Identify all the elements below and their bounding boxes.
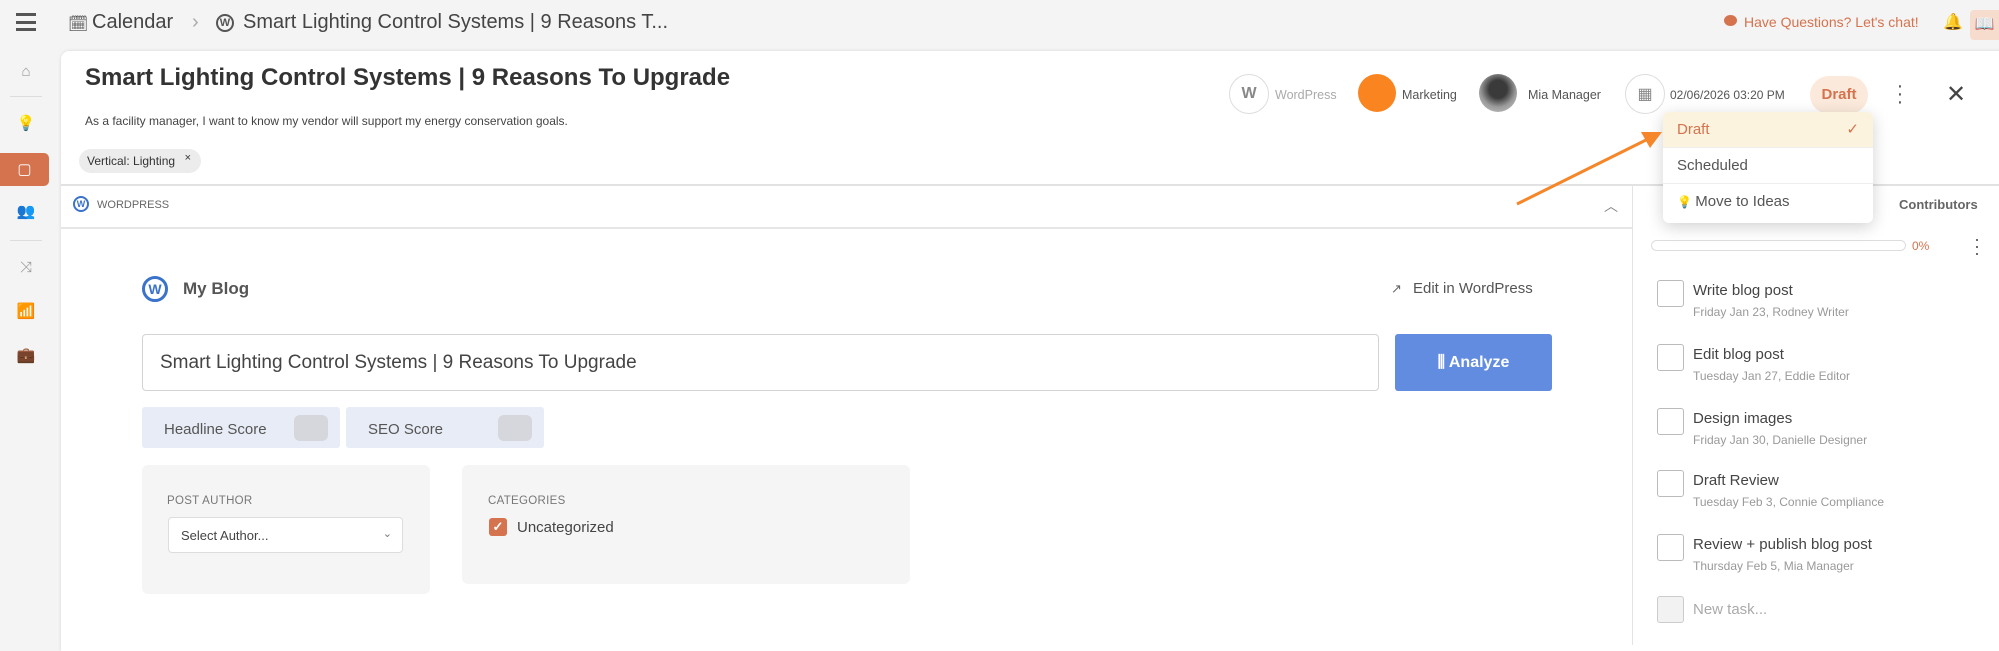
annotation-arrow bbox=[1516, 132, 1662, 206]
arrow-line bbox=[1516, 137, 1649, 206]
